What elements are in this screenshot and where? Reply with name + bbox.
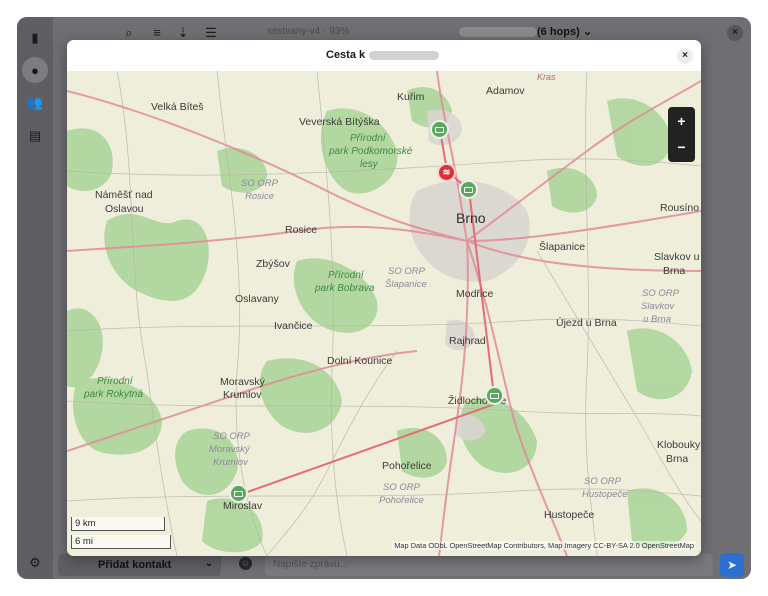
map-label: Adamov (486, 85, 525, 97)
screen-glyph (464, 186, 473, 193)
map-label: Kuřim (397, 91, 425, 103)
map-icon[interactable]: ▤ (22, 123, 48, 149)
screen-glyph (490, 392, 499, 399)
map-label: park Rokytná (84, 389, 143, 400)
map-label: Brna (663, 265, 686, 277)
hops-dropdown[interactable]: (6 hops) ⌄ (537, 25, 592, 38)
settings-icon[interactable]: ⚙ (27, 555, 43, 571)
map-label: Rajhrad (449, 335, 486, 347)
map-label: Veverská Bítýška (299, 116, 380, 128)
close-icon[interactable]: × (727, 25, 743, 41)
redacted-name (459, 27, 537, 37)
map-label: Oslavany (235, 293, 279, 305)
map-label: Újezd u Brna (556, 317, 617, 329)
map-label: Krumlov (213, 457, 248, 468)
map-label: Přírodní (97, 376, 133, 387)
map-label: Brna (666, 453, 689, 465)
zoom-out-button[interactable]: − (671, 137, 692, 158)
map-label: Šlapanice (539, 241, 586, 253)
dialog-close-icon[interactable]: × (677, 48, 693, 64)
group-icon[interactable]: 👥 (22, 90, 48, 116)
redacted-target-name (369, 51, 439, 60)
map-label: Ivančice (274, 320, 313, 332)
map-label: Rousíno (660, 202, 700, 214)
dialog-header: Cesta k × (67, 40, 701, 71)
router-icon[interactable] (229, 484, 248, 503)
hops-label: (6 hops) (537, 26, 580, 38)
map-label: Modřice (456, 288, 494, 300)
screen-glyph (435, 126, 444, 133)
person-icon[interactable]: ● (22, 57, 48, 83)
map-label: SO ORP (584, 476, 621, 487)
map-label: Rosice (245, 191, 275, 202)
map-label: Pohořelice (382, 460, 432, 472)
map-label: Šlapanice (385, 279, 427, 290)
map-label: Dolní Kounice (327, 355, 393, 367)
router-icon[interactable] (430, 120, 449, 139)
map-label: Rosice (285, 224, 318, 236)
add-contact-label: Přidat kontakt (98, 559, 172, 571)
zoom-in-button[interactable]: + (671, 111, 692, 132)
map-label: Náměšť nad (95, 189, 153, 201)
chevron-down-icon: ⌄ (204, 558, 213, 569)
search-icon[interactable]: ⌕ (121, 25, 137, 41)
sim-card-icon[interactable]: ▮ (22, 25, 48, 51)
sort-icon[interactable]: ⇣ (175, 25, 191, 41)
menu-icon[interactable]: ☰ (203, 25, 219, 41)
chevron-down-icon: ⌄ (582, 26, 593, 38)
map-label: Přírodní (328, 270, 364, 281)
map-label: Moravský (209, 444, 250, 455)
map-view[interactable]: + − Kras Kuřim Adamov Velká Bíteš Vevers… (67, 71, 701, 556)
map-label: Slavkov (641, 301, 675, 312)
map-label: Krumlov (223, 389, 262, 401)
zoom-control: + − (668, 107, 695, 162)
map-label: lesy (360, 159, 378, 170)
emoji-icon[interactable]: ☺ (239, 557, 252, 570)
message-input[interactable]: Napište zprávu... (265, 554, 713, 576)
map-label: SO ORP (383, 482, 420, 493)
map-label: Přírodní (350, 133, 386, 144)
map-attribution: Map Data ODbL OpenStreetMap Contributors… (392, 541, 696, 550)
send-icon[interactable]: ➤ (720, 553, 744, 577)
map-label: Moravský (220, 376, 265, 388)
map-label: SO ORP (241, 178, 278, 189)
wifi-icon[interactable]: ≋ (437, 163, 456, 182)
map-label: SO ORP (213, 431, 250, 442)
map-label: Pohořelice (379, 495, 424, 506)
map-label: Kras (537, 72, 556, 82)
map-label: SO ORP (388, 266, 425, 277)
map-label: Klobouky u (657, 439, 701, 451)
map-label: park Bobrava (315, 283, 375, 294)
map-label: SO ORP (642, 288, 679, 299)
map-label: Brno (456, 210, 486, 226)
map-label: u Brna (643, 314, 671, 325)
router-icon[interactable] (459, 180, 478, 199)
scale-bar-mi: 6 mi (71, 535, 171, 549)
map-label: Hustopeče (582, 489, 628, 500)
left-rail: ▮ ● 👥 ▤ ⚙ (17, 17, 53, 579)
map-label: park Podkomorské (329, 146, 413, 157)
filter-icon[interactable]: ≡ (149, 25, 165, 41)
map-label: Oslavou (105, 203, 144, 215)
map-label: Velká Bíteš (151, 101, 204, 113)
add-contact-button[interactable]: Přidat kontakt ⌄ (58, 554, 221, 576)
scale-bar-km: 9 km (71, 517, 165, 531)
map-label: Zbýšov (256, 258, 290, 270)
channel-subtitle: sestvany-v4 · 93% (267, 26, 350, 37)
screen-glyph (234, 490, 243, 497)
map-label: Hustopeče (544, 509, 595, 521)
route-dialog: Cesta k × + − Kras Kuřim Adamov Velká Bí… (67, 40, 701, 556)
map-label: Slavkov u (654, 251, 700, 263)
router-icon[interactable] (485, 386, 504, 405)
dialog-title: Cesta k (326, 49, 366, 61)
